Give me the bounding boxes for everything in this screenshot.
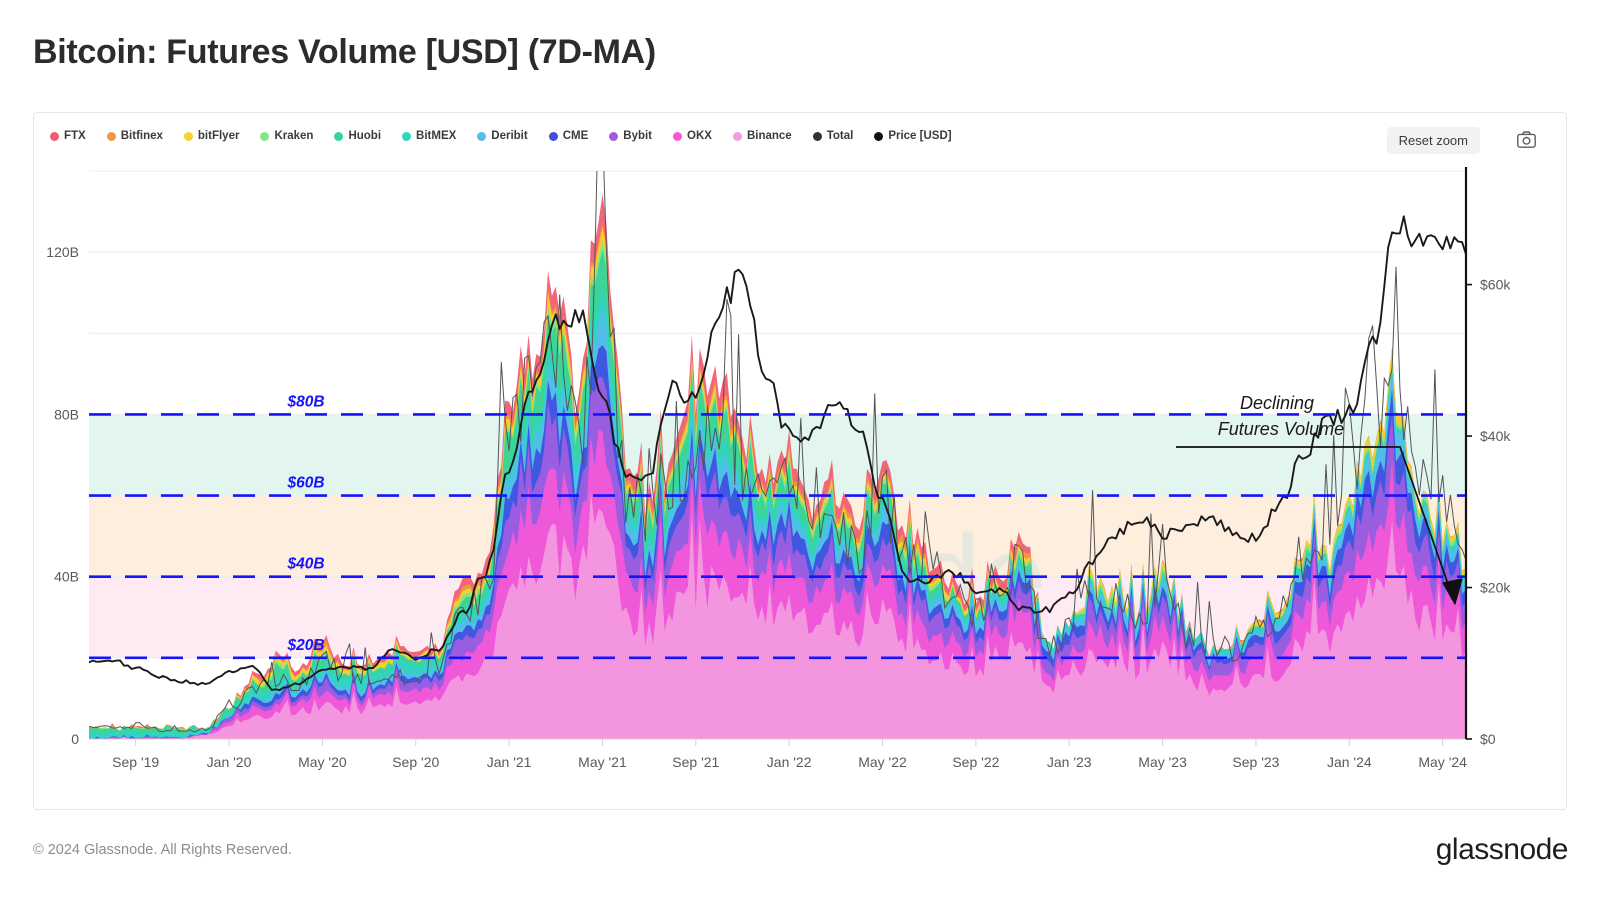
legend-color-dot [548,131,558,141]
legend-item-label: Bitfinex [120,130,163,142]
legend-item-label: OKX [687,130,712,142]
legend-item-okx[interactable]: OKX [673,130,712,142]
legend-item-label: CME [562,130,589,142]
y-tick-label: 0 [71,731,79,747]
y-tick-label: 120B [46,244,79,260]
legend-item-price-usd[interactable]: Price [USD] [874,130,952,142]
x-tick-label: May '20 [298,754,347,770]
threshold-label-$40B: $40B [286,556,324,573]
legend-item-label: Deribit [491,130,528,142]
y2-tick-label: $20k [1480,580,1511,596]
legend-item-label: Kraken [274,130,314,142]
x-tick-label: Sep '21 [672,754,719,770]
legend-color-dot [402,131,412,141]
chart-svg[interactable]: glassnode $20B$40B$60B$80B DecliningFutu… [34,157,1568,811]
legend-item-label: Total [826,130,854,142]
legend-item-label: Huobi [348,130,382,142]
x-tick-label: May '24 [1418,754,1467,770]
legend-color-dot [106,131,116,141]
annotation-line-1: Declining [1240,393,1314,413]
legend-item-total[interactable]: Total [812,130,854,142]
y2-tick-label: $0 [1480,731,1496,747]
camera-icon[interactable] [1512,126,1540,152]
annotation-line-2: Futures Volume [1218,419,1344,439]
legend-item-binance[interactable]: Binance [732,130,792,142]
legend-item-label: Bybit [623,130,653,142]
legend-item-label: FTX [64,130,86,142]
legend-color-dot [477,131,487,141]
x-tick-label: Sep '22 [952,754,999,770]
x-tick-label: Jan '22 [767,754,812,770]
legend-item-kraken[interactable]: Kraken [260,130,313,142]
legend-item-label: Price [USD] [888,130,952,142]
legend-item-label: Binance [746,130,792,142]
x-tick-label: Jan '24 [1327,754,1372,770]
x-tick-label: Sep '20 [392,754,439,770]
chart-legend: FTX Bitfinex bitFlyer Kraken Huobi BitMEX Deri… [50,125,973,147]
camera-icon-glyph [1516,130,1536,148]
footer-copyright: © 2024 Glassnode. All Rights Reserved. [33,842,292,858]
legend-color-dot [812,131,822,141]
footer-logo: glassnode [1435,833,1569,866]
screenshot-root: Bitcoin: Futures Volume [USD] (7D-MA) FT… [0,0,1600,921]
legend-item-label: BitMEX [416,130,457,142]
legend-item-bitmex[interactable]: BitMEX [402,130,456,142]
y-tick-label: 80B [54,406,79,422]
threshold-label-$80B: $80B [286,393,324,410]
legend-color-dot [732,131,742,141]
legend-color-dot [673,131,683,141]
y-tick-label: 40B [54,569,79,585]
legend-item-bybit[interactable]: Bybit [609,130,652,142]
legend-item-cme[interactable]: CME [548,130,589,142]
legend-color-dot [50,131,59,141]
x-tick-label: Jan '20 [207,754,252,770]
legend-item-deribit[interactable]: Deribit [477,130,528,142]
legend-color-dot [609,131,619,141]
legend-color-dot [260,131,270,141]
x-tick-label: Sep '19 [112,754,159,770]
threshold-label-$60B: $60B [286,475,324,492]
legend-item-bitflyer[interactable]: bitFlyer [183,130,240,142]
legend-color-dot [183,131,193,141]
reset-zoom-button[interactable]: Reset zoom [1386,127,1480,154]
y2-tick-label: $40k [1480,428,1511,444]
x-tick-label: Jan '21 [487,754,532,770]
page-title: Bitcoin: Futures Volume [USD] (7D-MA) [33,33,656,71]
x-tick-label: Sep '23 [1232,754,1279,770]
legend-color-dot [334,131,344,141]
x-tick-label: May '23 [1138,754,1187,770]
chart-card: FTX Bitfinex bitFlyer Kraken Huobi BitMEX Deri… [33,112,1567,810]
legend-color-dot [874,131,884,141]
threshold-label-$20B: $20B [286,637,324,654]
x-tick-label: Jan '23 [1047,754,1092,770]
x-tick-label: May '21 [578,754,627,770]
plot-area[interactable]: glassnode $20B$40B$60B$80B DecliningFutu… [34,157,1568,811]
legend-item-ftx[interactable]: FTX [50,130,86,142]
x-tick-label: May '22 [858,754,907,770]
legend-item-bitfinex[interactable]: Bitfinex [106,130,163,142]
legend-item-label: bitFlyer [197,130,240,142]
y2-tick-label: $60k [1480,277,1511,293]
legend-item-huobi[interactable]: Huobi [334,130,381,142]
